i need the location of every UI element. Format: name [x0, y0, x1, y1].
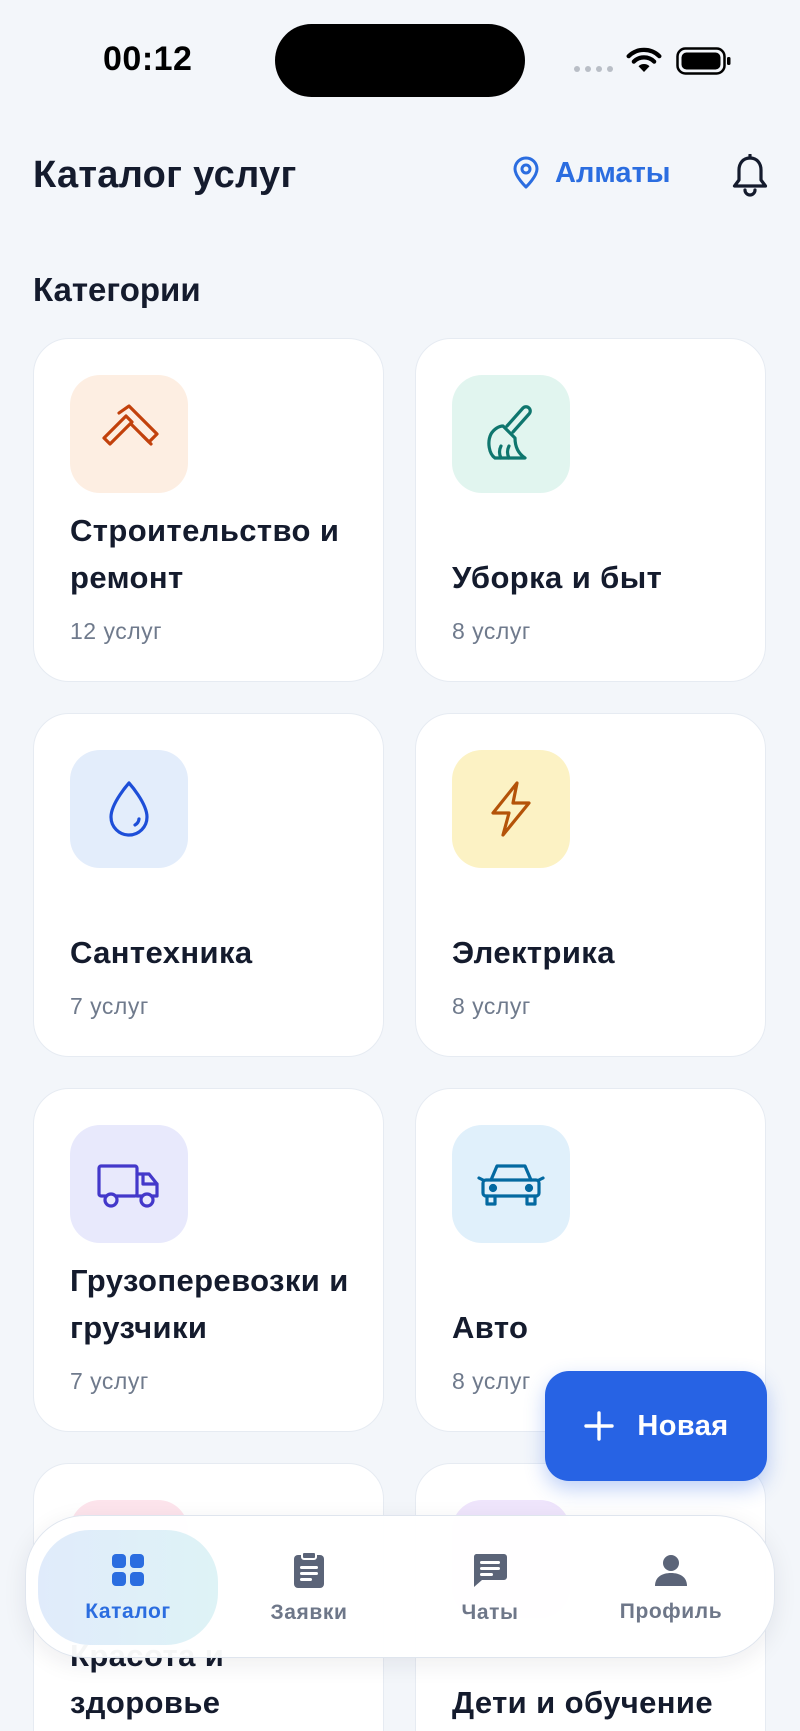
- section-title: Категории: [33, 271, 201, 308]
- status-time: 00:12: [103, 40, 193, 78]
- wifi-icon: [626, 47, 662, 72]
- category-count: 12 услуг: [70, 618, 163, 644]
- truck-icon: [97, 1164, 159, 1208]
- tab-catalog[interactable]: Каталог: [38, 1530, 218, 1645]
- category-title: Грузоперевозки и грузчики: [70, 1263, 349, 1345]
- clipboard-icon: [294, 1550, 324, 1588]
- category-title: Электрика: [452, 935, 615, 970]
- category-icon-tile: [452, 375, 570, 493]
- category-count: 7 услуг: [70, 1368, 149, 1394]
- tab-label: Профиль: [619, 1599, 723, 1623]
- grid-icon: [112, 1553, 144, 1586]
- status-bar: 00:12: [0, 0, 800, 120]
- category-card-construction[interactable]: Строительство и ремонт 12 услуг: [33, 338, 384, 682]
- battery-icon: [676, 47, 731, 75]
- new-request-button[interactable]: Новая: [545, 1371, 767, 1481]
- cellular-signal-icon: [574, 66, 613, 72]
- category-card-electrical[interactable]: Электрика 8 услуг: [415, 713, 766, 1057]
- category-title: Уборка и быт: [452, 560, 663, 595]
- chat-icon: [473, 1553, 507, 1587]
- category-card-plumbing[interactable]: Сантехника 7 услуг: [33, 713, 384, 1057]
- category-count: 8 услуг: [452, 1368, 531, 1394]
- notifications-bell-icon[interactable]: [730, 154, 770, 198]
- car-icon: [477, 1164, 545, 1206]
- dynamic-island: [275, 24, 525, 97]
- header: Каталог услуг Алматы: [0, 140, 800, 210]
- hammer-icon: [102, 404, 159, 446]
- category-title: Дети и обучение: [452, 1685, 713, 1720]
- tab-chats[interactable]: Чаты: [400, 1530, 580, 1645]
- water-drop-icon: [109, 781, 149, 837]
- category-card-moving[interactable]: Грузоперевозки и грузчики 7 услуг: [33, 1088, 384, 1432]
- tab-profile[interactable]: Профиль: [581, 1530, 761, 1645]
- category-icon-tile: [452, 1125, 570, 1243]
- category-icon-tile: [452, 750, 570, 868]
- category-card-cleaning[interactable]: Уборка и быт 8 услуг: [415, 338, 766, 682]
- category-title: Строительство и ремонт: [70, 513, 340, 595]
- category-count: 7 услуг: [70, 993, 149, 1019]
- tab-label: Каталог: [85, 1599, 171, 1623]
- tab-requests[interactable]: Заявки: [219, 1530, 399, 1645]
- bottom-tab-bar: Каталог Заявки Чаты Профиль: [25, 1515, 775, 1658]
- category-icon-tile: [70, 375, 188, 493]
- page-title: Каталог услуг: [33, 154, 297, 196]
- category-icon-tile: [70, 1125, 188, 1243]
- category-count: 8 услуг: [452, 618, 531, 644]
- location-selector[interactable]: Алматы: [511, 156, 671, 190]
- category-title: Сантехника: [70, 935, 253, 970]
- new-request-label: Новая: [637, 1409, 729, 1442]
- category-count: 8 услуг: [452, 993, 531, 1019]
- tab-label: Чаты: [461, 1600, 519, 1624]
- tab-label: Заявки: [270, 1600, 348, 1624]
- profile-icon: [655, 1554, 687, 1586]
- location-label: Алматы: [555, 156, 671, 189]
- location-pin-icon: [513, 156, 539, 189]
- brush-icon: [487, 405, 532, 460]
- category-title: Авто: [452, 1310, 529, 1345]
- plus-icon: [584, 1411, 615, 1441]
- lightning-icon: [491, 781, 531, 837]
- category-icon-tile: [70, 750, 188, 868]
